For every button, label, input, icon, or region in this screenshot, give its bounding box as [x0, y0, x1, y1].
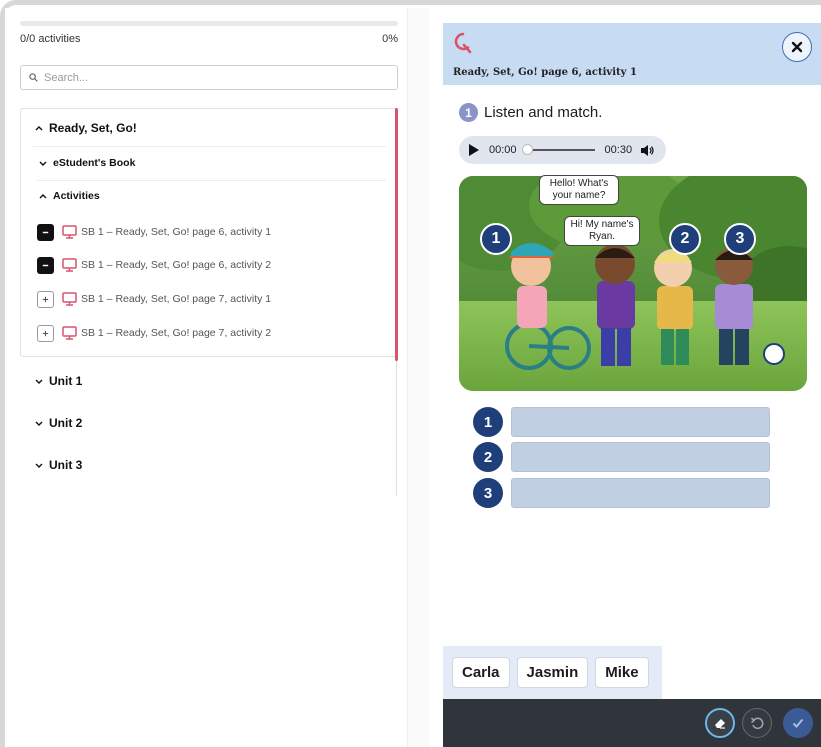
progress-label: 0/0 activities — [20, 33, 81, 45]
answer-number: 3 — [473, 478, 503, 508]
question-instruction: Listen and match. — [484, 104, 603, 121]
answer-row: 2 — [473, 442, 770, 472]
audio-player: 00:00 00:30 — [459, 136, 666, 164]
activity-title: Ready, Set, Go! page 6, activity 1 — [453, 67, 637, 78]
speech-bubble: Hi! My name's Ryan. — [564, 216, 640, 246]
tree-item-label: Activities — [53, 190, 100, 202]
tree-unit-1[interactable]: Unit 1 — [33, 374, 82, 388]
expand-toggle[interactable] — [37, 290, 54, 308]
progress-percent: 0% — [382, 33, 398, 45]
activity-label: SB 1 – Ready, Set, Go! page 6, activity … — [81, 259, 272, 271]
search-input[interactable] — [44, 71, 374, 84]
minus-icon — [42, 264, 49, 266]
plus-icon — [42, 296, 49, 302]
play-icon[interactable] — [469, 144, 479, 156]
checkmark-icon — [792, 718, 804, 728]
answer-row: 3 — [473, 478, 770, 508]
search-icon — [29, 73, 38, 82]
tree-section-label: Ready, Set, Go! — [49, 121, 137, 135]
plus-icon — [42, 330, 49, 336]
tree-item-label: eStudent's Book — [53, 157, 136, 169]
eraser-icon — [715, 719, 725, 729]
answer-number: 2 — [473, 442, 503, 472]
audio-duration: 00:30 — [604, 144, 633, 156]
scrollbar-track[interactable] — [396, 361, 397, 496]
scene-badge: 2 — [669, 223, 701, 255]
chevron-up-icon — [35, 126, 43, 131]
seek-handle[interactable] — [521, 144, 533, 155]
reset-button[interactable] — [742, 708, 772, 738]
divider — [37, 180, 386, 181]
unit-label: Unit 1 — [49, 374, 83, 388]
progress-bar — [20, 21, 398, 26]
answer-drop-zone[interactable] — [511, 407, 770, 437]
check-answers-button[interactable] — [783, 708, 813, 738]
search-field[interactable] — [20, 65, 398, 90]
audio-current-time: 00:00 — [489, 144, 517, 156]
tree-item-activities[interactable]: Activities — [37, 190, 100, 202]
undo-icon — [750, 717, 764, 730]
scrollbar-thumb[interactable] — [395, 108, 398, 361]
activity-sidebar: 0/0 activities 0% Ready, Set, Go! eStude… — [5, 8, 405, 747]
activity-row[interactable]: SB 1 – Ready, Set, Go! page 6, activity … — [37, 223, 271, 241]
close-button[interactable] — [782, 32, 812, 62]
chevron-down-icon — [39, 161, 47, 166]
unit-label: Unit 3 — [49, 458, 83, 472]
word-bank: Carla Jasmin Mike — [443, 646, 662, 699]
tree-item-estudents-book[interactable]: eStudent's Book — [37, 157, 135, 169]
erase-button[interactable] — [705, 708, 735, 738]
screen-icon — [62, 225, 77, 239]
activity-row[interactable]: SB 1 – Ready, Set, Go! page 6, activity … — [37, 256, 271, 274]
activity-row[interactable]: SB 1 – Ready, Set, Go! page 7, activity … — [37, 324, 271, 342]
activity-label: SB 1 – Ready, Set, Go! page 6, activity … — [81, 226, 272, 238]
tree-section-ready-set-go[interactable]: Ready, Set, Go! — [33, 121, 137, 135]
answer-row: 1 — [473, 407, 770, 437]
word-chip-carla[interactable]: Carla — [452, 657, 510, 688]
word-chip-jasmin[interactable]: Jasmin — [516, 657, 589, 688]
minus-icon — [42, 231, 49, 233]
collapse-toggle[interactable] — [37, 223, 54, 241]
chevron-up-icon — [39, 194, 47, 199]
tree-unit-2[interactable]: Unit 2 — [33, 416, 82, 430]
collapse-toggle[interactable] — [37, 256, 54, 274]
speech-bubble: Hello! What's your name? — [539, 175, 619, 205]
divider — [33, 146, 386, 147]
answer-drop-zone[interactable] — [511, 478, 770, 508]
gutter — [408, 8, 430, 747]
unit-label: Unit 2 — [49, 416, 83, 430]
tree-panel: Ready, Set, Go! eStudent's Book Activiti… — [20, 108, 398, 357]
scene-badge: 1 — [480, 223, 512, 255]
question-heading: 1 Listen and match. — [459, 103, 602, 122]
chevron-down-icon — [35, 463, 43, 468]
close-icon — [791, 41, 803, 53]
answer-number: 1 — [473, 407, 503, 437]
activity-illustration — [459, 176, 807, 391]
activity-label: SB 1 – Ready, Set, Go! page 7, activity … — [81, 293, 272, 305]
audio-seek-bar[interactable] — [521, 144, 595, 155]
answer-drop-zone[interactable] — [511, 442, 770, 472]
activity-viewer: Ready, Set, Go! page 6, activity 1 1 Lis… — [443, 23, 821, 747]
scene-badge: 3 — [724, 223, 756, 255]
expand-toggle[interactable] — [37, 324, 54, 342]
activity-row[interactable]: SB 1 – Ready, Set, Go! page 7, activity … — [37, 290, 271, 308]
tree-unit-3[interactable]: Unit 3 — [33, 458, 82, 472]
volume-icon[interactable] — [640, 144, 654, 157]
brand-logo-icon — [454, 32, 472, 54]
park-scene-illustration — [459, 176, 807, 391]
screen-icon — [62, 292, 77, 306]
chevron-down-icon — [35, 421, 43, 426]
chevron-down-icon — [35, 379, 43, 384]
question-number: 1 — [459, 103, 478, 122]
screen-icon — [62, 258, 77, 272]
screen-icon — [62, 326, 77, 340]
activity-label: SB 1 – Ready, Set, Go! page 7, activity … — [81, 327, 272, 339]
viewer-header: Ready, Set, Go! page 6, activity 1 — [443, 23, 821, 85]
word-chip-mike[interactable]: Mike — [595, 657, 649, 688]
viewer-footer — [443, 699, 821, 747]
